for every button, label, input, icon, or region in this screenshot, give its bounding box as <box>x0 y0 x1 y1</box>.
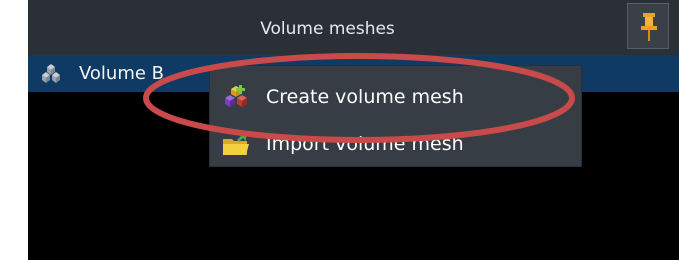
menu-item-label: Import volume mesh <box>266 133 464 155</box>
menu-item-label: Create volume mesh <box>266 86 464 108</box>
panel-title: Volume meshes <box>260 19 395 39</box>
screenshot-stage: Volume meshes Volume B Create volume mes… <box>0 0 679 260</box>
pin-button[interactable] <box>627 3 669 49</box>
context-menu: Create volume mesh Import volume mesh <box>210 66 581 166</box>
menu-item-import-volume-mesh[interactable]: Import volume mesh <box>210 121 581 167</box>
import-folder-icon <box>223 133 249 155</box>
create-mesh-blocks-icon <box>225 85 247 107</box>
panel-header: Volume meshes <box>28 0 679 55</box>
menu-item-create-volume-mesh[interactable]: Create volume mesh <box>210 74 581 120</box>
volume-mesh-icon <box>42 64 60 83</box>
tree-item-label: Volume B <box>79 63 165 84</box>
volume-meshes-panel: Volume meshes Volume B Create volume mes… <box>28 0 679 260</box>
pushpin-icon <box>641 13 657 41</box>
